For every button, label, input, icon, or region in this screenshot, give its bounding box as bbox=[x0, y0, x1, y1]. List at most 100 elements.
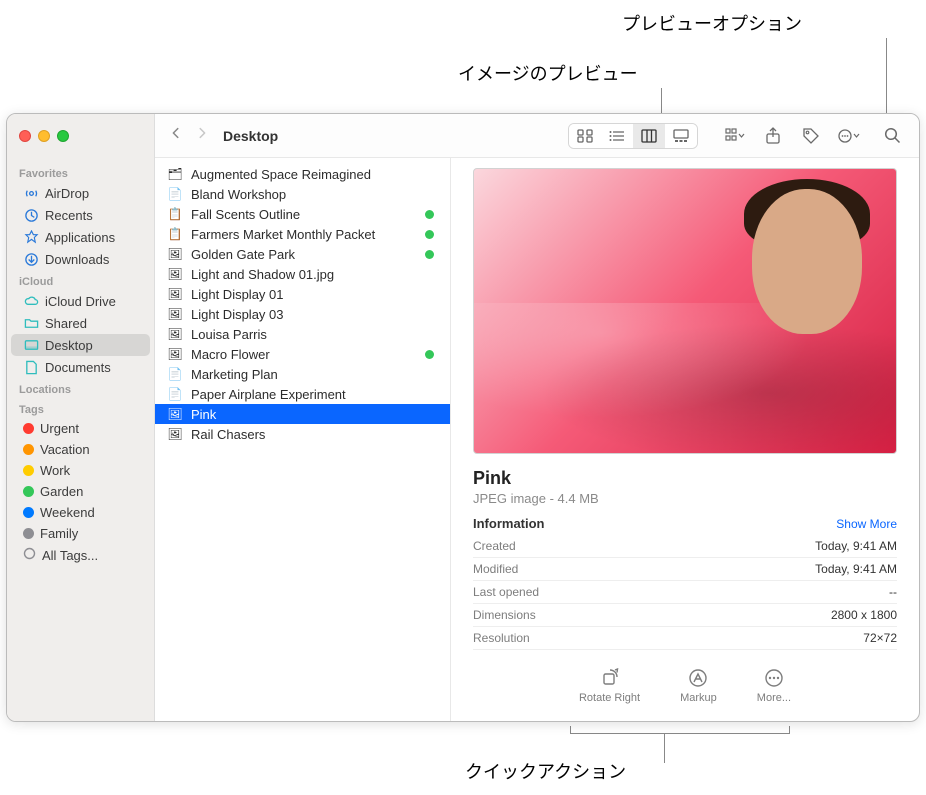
sidebar-item[interactable]: Documents bbox=[11, 356, 150, 378]
file-icon: 🖼 bbox=[167, 266, 183, 282]
tag-color-dot bbox=[23, 423, 34, 434]
file-icon: 🖼 bbox=[167, 406, 183, 422]
sidebar-item-label: Documents bbox=[45, 360, 111, 375]
file-row[interactable]: 🖼Louisa Parris bbox=[155, 324, 450, 344]
view-list-button[interactable] bbox=[601, 124, 633, 148]
sidebar-tag-item[interactable]: Work bbox=[11, 460, 150, 481]
info-key: Last opened bbox=[473, 585, 539, 599]
sidebar-item[interactable]: Desktop bbox=[11, 334, 150, 356]
file-row[interactable]: 🖼Light Display 01 bbox=[155, 284, 450, 304]
share-button[interactable] bbox=[759, 122, 787, 150]
callout-preview-image: イメージのプレビュー bbox=[458, 60, 638, 86]
file-tag-dot bbox=[425, 230, 434, 239]
file-row[interactable]: 🖼 Macro Flower bbox=[155, 344, 450, 364]
info-key: Created bbox=[473, 539, 516, 553]
file-name: Light and Shadow 01.jpg bbox=[191, 267, 440, 282]
action-menu-button[interactable] bbox=[835, 122, 863, 150]
file-name: Pink bbox=[191, 407, 440, 422]
view-column-button[interactable] bbox=[633, 124, 665, 148]
sidebar-tag-item[interactable]: Urgent bbox=[11, 418, 150, 439]
forward-button[interactable] bbox=[189, 122, 215, 149]
sidebar-tag-item[interactable]: Family bbox=[11, 523, 150, 544]
file-list-column: 🗂Augmented Space Reimagined📄Bland Worksh… bbox=[155, 158, 451, 721]
group-by-button[interactable] bbox=[721, 122, 749, 150]
toolbar: Desktop bbox=[155, 114, 919, 158]
file-row[interactable]: 🖼Rail Chasers bbox=[155, 424, 450, 444]
file-name: Augmented Space Reimagined bbox=[191, 167, 440, 182]
sidebar-tag-item[interactable]: Garden bbox=[11, 481, 150, 502]
sidebar-item[interactable]: Shared bbox=[11, 312, 150, 334]
sidebar-item[interactable]: iCloud Drive bbox=[11, 290, 150, 312]
file-name: Marketing Plan bbox=[191, 367, 440, 382]
tag-color-dot bbox=[23, 528, 34, 539]
window-title: Desktop bbox=[223, 128, 278, 144]
file-tag-dot bbox=[425, 210, 434, 219]
file-name: Rail Chasers bbox=[191, 427, 440, 442]
quick-action-label: Rotate Right bbox=[579, 692, 640, 704]
quick-action-label: Markup bbox=[680, 692, 717, 704]
close-button[interactable] bbox=[19, 130, 31, 142]
file-row[interactable]: 🖼 Pink bbox=[155, 404, 450, 424]
sidebar: Favorites AirDropRecents Applications Down… bbox=[7, 158, 155, 721]
file-row[interactable]: 📄Bland Workshop bbox=[155, 184, 450, 204]
file-icon: 📋 bbox=[167, 206, 183, 222]
all-tags-icon bbox=[23, 547, 36, 563]
file-name: Bland Workshop bbox=[191, 187, 440, 202]
sidebar-section-icloud: iCloud bbox=[7, 270, 154, 290]
file-row[interactable]: 📄Paper Airplane Experiment bbox=[155, 384, 450, 404]
file-icon: 🖼 bbox=[167, 346, 183, 362]
file-row[interactable]: 🖼Golden Gate Park bbox=[155, 244, 450, 264]
apps-icon bbox=[23, 229, 39, 245]
file-name: Macro Flower bbox=[191, 347, 417, 362]
search-button[interactable] bbox=[878, 122, 906, 150]
view-icon-button[interactable] bbox=[569, 124, 601, 148]
file-name: Golden Gate Park bbox=[191, 247, 417, 262]
sidebar-tag-item[interactable]: Weekend bbox=[11, 502, 150, 523]
quick-action-more[interactable]: More... bbox=[757, 668, 791, 704]
folder-icon bbox=[23, 315, 39, 331]
view-mode-segment bbox=[568, 123, 698, 149]
sidebar-tag-item[interactable]: All Tags... bbox=[11, 544, 150, 566]
file-row[interactable]: 🖼Light Display 03 bbox=[155, 304, 450, 324]
sidebar-section-locations: Locations bbox=[7, 378, 154, 398]
sidebar-item-label: Vacation bbox=[40, 442, 90, 457]
sidebar-tag-item[interactable]: Vacation bbox=[11, 439, 150, 460]
info-row: Last opened-- bbox=[473, 581, 897, 604]
tag-button[interactable] bbox=[797, 122, 825, 150]
clock-icon bbox=[23, 207, 39, 223]
sidebar-item[interactable]: Recents bbox=[11, 204, 150, 226]
sidebar-item[interactable]: AirDrop bbox=[11, 182, 150, 204]
info-value: Today, 9:41 AM bbox=[815, 539, 897, 553]
callout-line bbox=[570, 726, 571, 734]
minimize-button[interactable] bbox=[38, 130, 50, 142]
quick-action-rotate[interactable]: Rotate Right bbox=[579, 668, 640, 704]
sidebar-item-label: Desktop bbox=[45, 338, 93, 353]
sidebar-item[interactable]: Downloads bbox=[11, 248, 150, 270]
sidebar-item-label: Applications bbox=[45, 230, 115, 245]
file-name: Light Display 01 bbox=[191, 287, 440, 302]
file-row[interactable]: 📋Fall Scents Outline bbox=[155, 204, 450, 224]
sidebar-section-favorites: Favorites bbox=[7, 162, 154, 182]
callout-preview-options: プレビューオプション bbox=[622, 10, 802, 36]
info-value: 72×72 bbox=[863, 631, 897, 645]
file-row[interactable]: 📋Farmers Market Monthly Packet bbox=[155, 224, 450, 244]
finder-window: Desktop bbox=[6, 113, 920, 722]
zoom-button[interactable] bbox=[57, 130, 69, 142]
file-row[interactable]: 🗂Augmented Space Reimagined bbox=[155, 164, 450, 184]
sidebar-item[interactable]: Applications bbox=[11, 226, 150, 248]
tag-color-dot bbox=[23, 444, 34, 455]
quick-action-markup[interactable]: Markup bbox=[680, 668, 717, 704]
file-icon: 🖼 bbox=[167, 306, 183, 322]
file-row[interactable]: 🖼 Light and Shadow 01.jpg bbox=[155, 264, 450, 284]
sidebar-item-label: Urgent bbox=[40, 421, 79, 436]
file-row[interactable]: 📄Marketing Plan bbox=[155, 364, 450, 384]
show-more-button[interactable]: Show More bbox=[836, 517, 897, 531]
airdrop-icon bbox=[23, 185, 39, 201]
view-gallery-button[interactable] bbox=[665, 124, 697, 148]
preview-subtitle: JPEG image - 4.4 MB bbox=[473, 491, 897, 506]
file-name: Louisa Parris bbox=[191, 327, 440, 342]
sidebar-item-label: Garden bbox=[40, 484, 83, 499]
file-tag-dot bbox=[425, 250, 434, 259]
titlebar: Desktop bbox=[7, 114, 919, 158]
back-button[interactable] bbox=[163, 122, 189, 149]
